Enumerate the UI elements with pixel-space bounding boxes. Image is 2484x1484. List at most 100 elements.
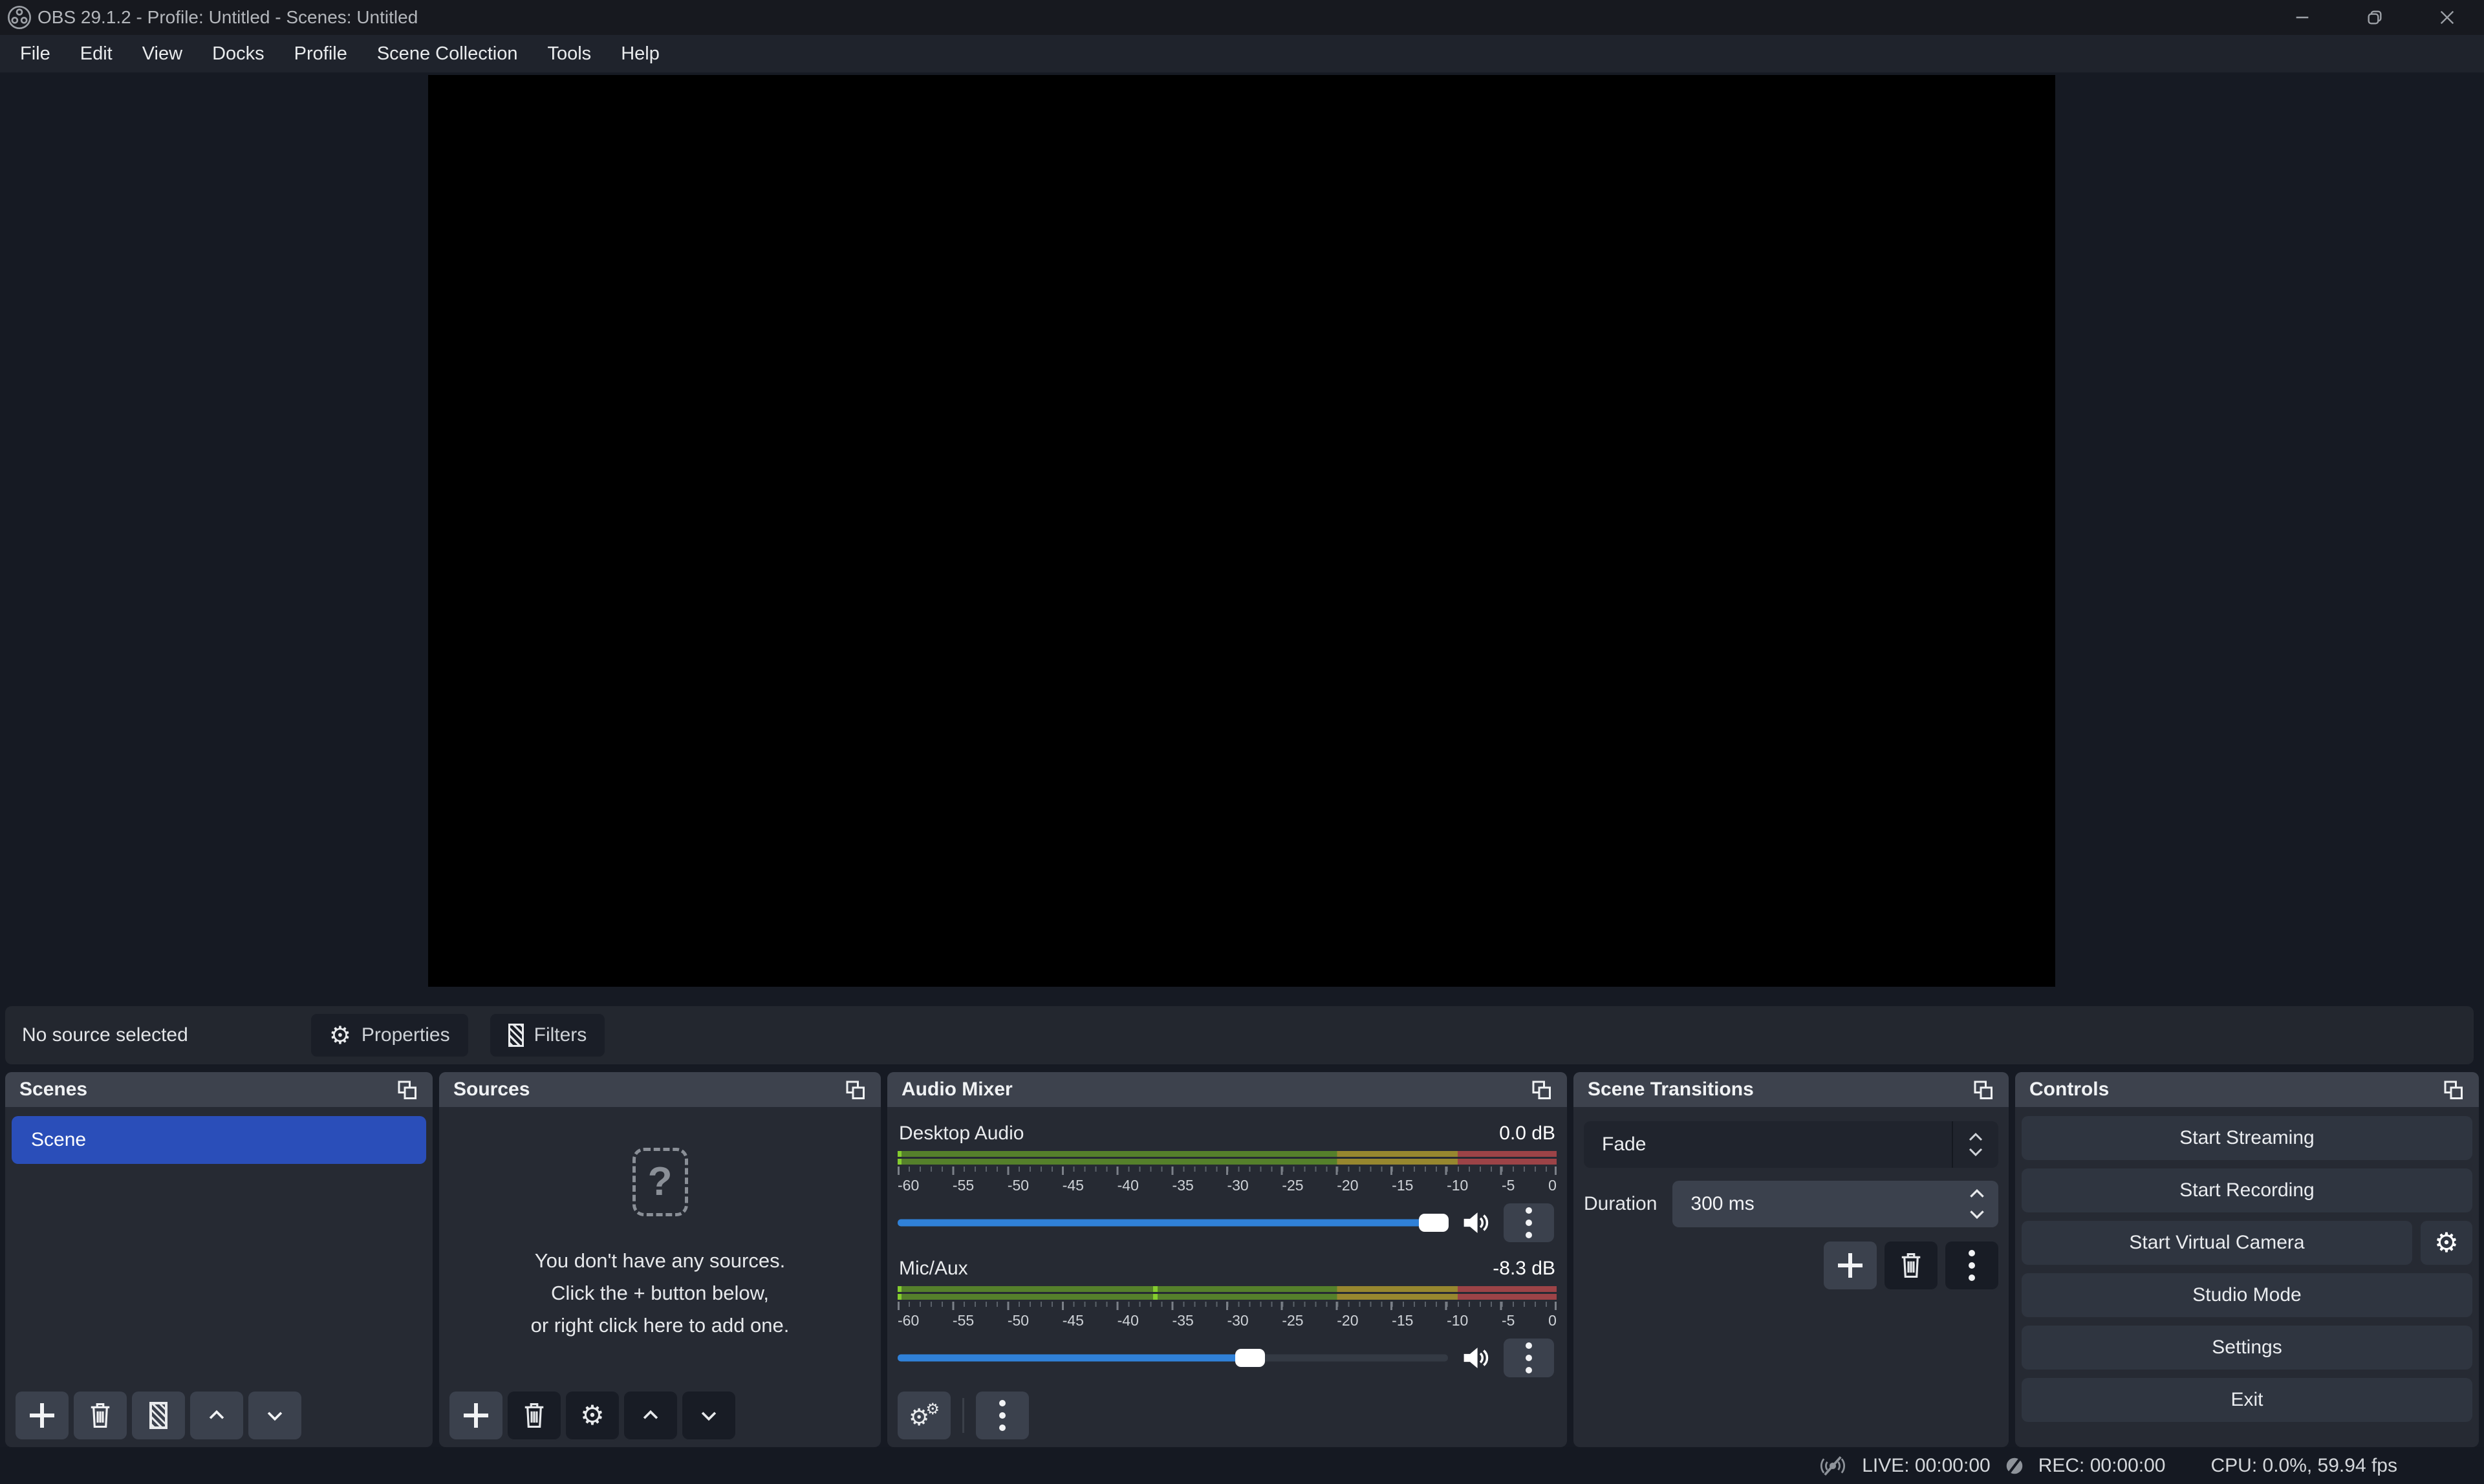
meter-scale-label: -60: [898, 1312, 919, 1329]
status-bar: LIVE: 00:00:00 REC: 00:00:00 CPU: 0.0%, …: [0, 1447, 2484, 1484]
menu-docks[interactable]: Docks: [197, 35, 279, 72]
menu-help[interactable]: Help: [606, 35, 675, 72]
menu-view[interactable]: View: [127, 35, 197, 72]
plus-icon: [464, 1403, 488, 1428]
meter-scale-label: -30: [1227, 1312, 1248, 1329]
meter-scale-label: -35: [1172, 1312, 1194, 1329]
add-transition-button[interactable]: [1824, 1242, 1877, 1289]
add-scene-button[interactable]: [16, 1392, 69, 1439]
controls-panel-header: Controls: [2015, 1072, 2479, 1107]
menu-tools[interactable]: Tools: [532, 35, 606, 72]
slider-handle[interactable]: [1235, 1349, 1265, 1367]
empty-text-line: You don't have any sources.: [535, 1245, 785, 1277]
meter-scale-label: 0: [1548, 1312, 1557, 1329]
menu-profile[interactable]: Profile: [279, 35, 362, 72]
slider-handle[interactable]: [1419, 1214, 1449, 1232]
volume-slider[interactable]: [898, 1210, 1448, 1236]
empty-text-line: or right click here to add one.: [531, 1309, 790, 1342]
meter-scale-label: -45: [1063, 1312, 1084, 1329]
popout-icon[interactable]: [1529, 1078, 1553, 1101]
properties-button[interactable]: ⚙ Properties: [311, 1014, 468, 1057]
volume-meter: -60-55-50-45-40-35-30-25-20-15-10-50: [898, 1286, 1557, 1329]
popout-icon[interactable]: [395, 1078, 418, 1101]
kebab-menu-icon: [1526, 1207, 1532, 1238]
obs-logo-icon: [6, 5, 32, 30]
virtual-camera-settings-button[interactable]: ⚙: [2421, 1221, 2472, 1265]
remove-transition-button[interactable]: [1885, 1242, 1938, 1289]
select-arrows[interactable]: [1953, 1132, 1998, 1157]
volume-slider[interactable]: [898, 1345, 1448, 1371]
kebab-menu-icon: [999, 1400, 1006, 1431]
menu-bar: File Edit View Docks Profile Scene Colle…: [0, 35, 2484, 72]
meter-scale-label: -25: [1282, 1312, 1303, 1329]
channel-db-value: -8.3 dB: [1493, 1258, 1555, 1280]
popout-icon[interactable]: [843, 1078, 867, 1101]
settings-button[interactable]: Settings: [2022, 1326, 2472, 1370]
menu-edit[interactable]: Edit: [65, 35, 127, 72]
audio-mixer-panel-header: Audio Mixer: [887, 1072, 1567, 1107]
kebab-menu-icon: [1969, 1250, 1975, 1281]
cpu-fps-stats: CPU: 0.0%, 59.94 fps: [2211, 1455, 2398, 1477]
channel-options-button[interactable]: [1504, 1203, 1554, 1242]
speaker-icon[interactable]: [1461, 1209, 1491, 1236]
scenes-panel: Scenes Scene: [5, 1072, 433, 1447]
remove-scene-button[interactable]: [74, 1392, 127, 1439]
live-inactive-icon: [1818, 1454, 1848, 1478]
trash-icon: [1899, 1252, 1923, 1279]
menu-scene-collection[interactable]: Scene Collection: [362, 35, 533, 72]
filter-icon: [508, 1024, 524, 1047]
advanced-audio-properties-button[interactable]: ⚙ ⚙: [898, 1392, 951, 1439]
scene-transitions-panel-header: Scene Transitions: [1573, 1072, 2009, 1107]
meter-scale-label: -50: [1008, 1177, 1029, 1194]
move-source-down-button[interactable]: [682, 1392, 735, 1439]
start-virtual-camera-button[interactable]: Start Virtual Camera: [2022, 1221, 2412, 1265]
sources-panel: Sources ? You don't have any sources. Cl…: [439, 1072, 881, 1447]
channel-db-value: 0.0 dB: [1499, 1123, 1555, 1145]
empty-text-line: Click the + button below,: [551, 1277, 769, 1309]
meter-scale-label: -45: [1063, 1177, 1084, 1194]
channel-options-button[interactable]: [1504, 1339, 1554, 1377]
move-scene-down-button[interactable]: [248, 1392, 301, 1439]
gear-icon: ⚙: [580, 1402, 605, 1429]
spin-down-icon[interactable]: [1969, 1209, 1985, 1220]
mixer-options-button[interactable]: [976, 1392, 1029, 1439]
exit-button[interactable]: Exit: [2022, 1378, 2472, 1422]
start-streaming-button[interactable]: Start Streaming: [2022, 1116, 2472, 1160]
double-gear-icon: ⚙ ⚙: [909, 1401, 940, 1430]
transition-options-button[interactable]: [1945, 1242, 1998, 1289]
scene-list-item[interactable]: Scene: [12, 1116, 426, 1164]
duration-spinbox[interactable]: 300 ms: [1672, 1181, 1998, 1227]
add-source-button[interactable]: [449, 1392, 502, 1439]
meter-scale-label: -20: [1337, 1177, 1358, 1194]
trash-icon: [522, 1402, 546, 1429]
close-button[interactable]: [2436, 6, 2458, 28]
chevron-down-icon: [698, 1404, 720, 1426]
popout-icon[interactable]: [1971, 1078, 1994, 1101]
transition-select[interactable]: Fade: [1584, 1121, 1998, 1168]
popout-icon[interactable]: [2441, 1078, 2465, 1101]
sources-empty-state[interactable]: ? You don't have any sources. Click the …: [439, 1107, 881, 1382]
meter-scale-label: -55: [953, 1177, 974, 1194]
meter-scale-label: -20: [1337, 1312, 1358, 1329]
restore-button[interactable]: [2364, 6, 2386, 28]
remove-source-button[interactable]: [508, 1392, 561, 1439]
scene-filters-button[interactable]: [132, 1392, 185, 1439]
spin-up-icon[interactable]: [1969, 1188, 1985, 1199]
filters-button[interactable]: Filters: [490, 1014, 605, 1057]
minimize-button[interactable]: [2291, 6, 2313, 28]
rec-inactive-icon: [2005, 1456, 2024, 1476]
meter-scale-label: -40: [1118, 1177, 1139, 1194]
menu-file[interactable]: File: [5, 35, 65, 72]
source-properties-button[interactable]: ⚙: [566, 1392, 619, 1439]
channel-name: Desktop Audio: [899, 1123, 1024, 1145]
sources-toolbar: ⚙: [449, 1392, 735, 1439]
start-recording-button[interactable]: Start Recording: [2022, 1168, 2472, 1212]
volume-meter: -60-55-50-45-40-35-30-25-20-15-10-50: [898, 1151, 1557, 1194]
source-toolbar: No source selected ⚙ Properties Filters: [5, 1006, 2474, 1064]
speaker-icon[interactable]: [1461, 1344, 1491, 1371]
move-source-up-button[interactable]: [624, 1392, 677, 1439]
studio-mode-button[interactable]: Studio Mode: [2022, 1273, 2472, 1317]
move-scene-up-button[interactable]: [190, 1392, 243, 1439]
meter-scale-label: -25: [1282, 1177, 1303, 1194]
preview-canvas[interactable]: [428, 75, 2055, 987]
